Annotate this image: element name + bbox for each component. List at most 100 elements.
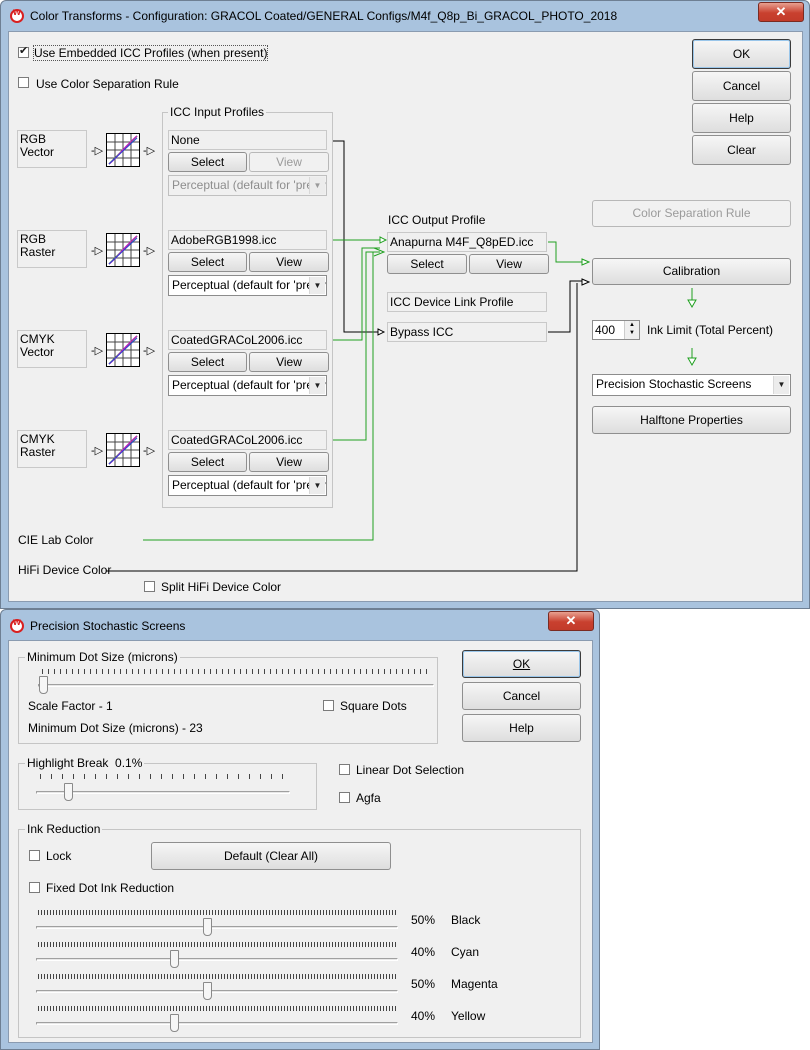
highlight-break-group [18, 763, 317, 810]
input-view-button[interactable]: View [249, 452, 329, 472]
ink-percent: 40% [411, 945, 436, 959]
chevron-down-icon: ▼ [309, 277, 325, 294]
ink-slider-track [36, 958, 398, 961]
ink-name: Cyan [451, 945, 480, 959]
screens-close-button[interactable]: ✕ [548, 611, 594, 631]
default-clear-all-button[interactable]: Default (Clear All) [151, 842, 391, 870]
ink-slider-thumb[interactable] [203, 918, 212, 936]
ink-percent: 50% [411, 977, 436, 991]
ink-slider-ticks [38, 910, 398, 915]
clear-button[interactable]: Clear [692, 135, 791, 165]
square-dots-checkbox[interactable] [323, 700, 334, 711]
chevron-down-icon: ▼ [773, 376, 789, 394]
device-link-profile-label: ICC Device Link Profile [387, 292, 547, 312]
output-view-button[interactable]: View [469, 254, 549, 274]
fixed-dot-ink-reduction-checkbox[interactable] [29, 882, 40, 893]
screens-cancel-button[interactable]: Cancel [462, 682, 581, 710]
transfer-curve-icon [106, 133, 140, 167]
ink-percent: 50% [411, 913, 436, 927]
min-dot-slider-track [38, 684, 434, 687]
linear-dot-selection-checkbox[interactable] [339, 764, 350, 775]
arrowhead-bypass [377, 328, 386, 336]
ink-slider-thumb[interactable] [203, 982, 212, 1000]
screening-select[interactable]: Precision Stochastic Screens ▼ [592, 374, 791, 396]
ink-slider-thumb[interactable] [170, 1014, 179, 1032]
min-dot-size-text: Minimum Dot Size (microns) - 23 [28, 721, 203, 735]
output-select-button[interactable]: Select [387, 254, 467, 274]
arrow-right-icon: -▷ [91, 445, 104, 457]
color-separation-rule-button[interactable]: Color Separation Rule [592, 200, 791, 227]
arrow-right-icon: -▷ [143, 145, 156, 157]
ink-name: Black [451, 913, 481, 927]
ink-limit-spinner[interactable]: 400 ▲ ▼ [592, 320, 640, 340]
arrow-right-icon: -▷ [91, 245, 104, 257]
highlight-break-label: Highlight Break 0.1% [25, 756, 145, 770]
input-select-button[interactable]: Select [168, 452, 247, 472]
ink-slider-thumb[interactable] [170, 950, 179, 968]
cancel-button[interactable]: Cancel [692, 71, 791, 101]
cie-lab-color-label: CIE Lab Color [18, 533, 94, 547]
agfa-label: Agfa [356, 791, 381, 805]
use-embedded-icc-checkbox[interactable] [18, 44, 29, 58]
input-intent-value: Perceptual (default for 'pretty [172, 178, 326, 192]
input-select-button[interactable]: Select [168, 352, 247, 372]
input-type-label: RGB Raster [17, 230, 87, 268]
input-intent-select[interactable]: Perceptual (default for 'pretty ▼ [168, 475, 327, 496]
input-view-button[interactable]: View [249, 152, 329, 172]
input-select-button[interactable]: Select [168, 152, 247, 172]
highlight-break-title: Highlight Break [27, 756, 109, 770]
input-intent-select[interactable]: Perceptual (default for 'pretty ▼ [168, 175, 327, 196]
highlight-slider-thumb[interactable] [64, 783, 73, 801]
use-color-separation-checkbox[interactable] [18, 77, 29, 88]
min-dot-slider-ticks [42, 669, 432, 674]
ink-slider-track [36, 926, 398, 929]
chevron-down-icon: ▼ [309, 377, 325, 394]
input-select-button[interactable]: Select [168, 252, 247, 272]
calibration-label: Calibration [662, 264, 721, 278]
screens-window-title: Precision Stochastic Screens [30, 619, 186, 633]
split-hifi-checkbox[interactable] [144, 581, 155, 592]
arrow-right-icon: -▷ [143, 445, 156, 457]
use-embedded-icc-label: Use Embedded ICC Profiles (when present) [32, 45, 269, 61]
input-view-button[interactable]: View [249, 352, 329, 372]
screens-ok-button[interactable]: OK [462, 650, 581, 678]
ink-name: Magenta [451, 977, 498, 991]
input-intent-select[interactable]: Perceptual (default for 'pretty ▼ [168, 375, 327, 396]
input-intent-select[interactable]: Perceptual (default for 'pretty ▼ [168, 275, 327, 296]
highlight-slider-ticks [40, 774, 290, 779]
screens-help-button[interactable]: Help [462, 714, 581, 742]
input-profile-name: AdobeRGB1998.icc [168, 230, 327, 250]
ok-button[interactable]: OK [692, 39, 791, 69]
screens-title-bar[interactable]: Precision Stochastic Screens ✕ [1, 610, 599, 640]
input-type-label: CMYK Vector [17, 330, 87, 368]
app-logo-icon [10, 617, 24, 633]
transfer-curve-icon [106, 333, 140, 367]
ink-reduction-label: Ink Reduction [25, 822, 103, 836]
split-hifi-label: Split HiFi Device Color [161, 580, 282, 594]
calibration-button[interactable]: Calibration [592, 258, 791, 285]
input-intent-value: Perceptual (default for 'pretty [172, 378, 326, 392]
agfa-checkbox[interactable] [339, 792, 350, 803]
arrow-right-icon: -▷ [91, 345, 104, 357]
chevron-down-icon: ▼ [309, 177, 325, 194]
output-profile-name: Anapurna M4F_Q8pED.icc [387, 232, 547, 252]
input-profile-name: None [168, 130, 327, 150]
transfer-curve-icon [106, 233, 140, 267]
lock-checkbox[interactable] [29, 850, 40, 861]
halftone-properties-button[interactable]: Halftone Properties [592, 406, 791, 434]
ink-slider-ticks [38, 1006, 398, 1011]
use-color-separation-label: Use Color Separation Rule [36, 77, 179, 91]
spinner-arrows-icon[interactable]: ▲ ▼ [624, 321, 639, 339]
ink-limit-label: Ink Limit (Total Percent) [647, 323, 774, 337]
ink-slider-track [36, 1022, 398, 1025]
arrow-right-icon: -▷ [91, 145, 104, 157]
bypass-icc-field: Bypass ICC [387, 322, 547, 342]
min-dot-slider-thumb[interactable] [39, 676, 48, 694]
input-view-button[interactable]: View [249, 252, 329, 272]
help-button[interactable]: Help [692, 103, 791, 133]
square-dots-label: Square Dots [340, 699, 407, 713]
icc-output-profile-label: ICC Output Profile [388, 213, 486, 227]
input-profile-name: CoatedGRACoL2006.icc [168, 330, 327, 350]
min-dot-size-group-label: Minimum Dot Size (microns) [25, 650, 180, 664]
highlight-slider-track [36, 791, 290, 794]
